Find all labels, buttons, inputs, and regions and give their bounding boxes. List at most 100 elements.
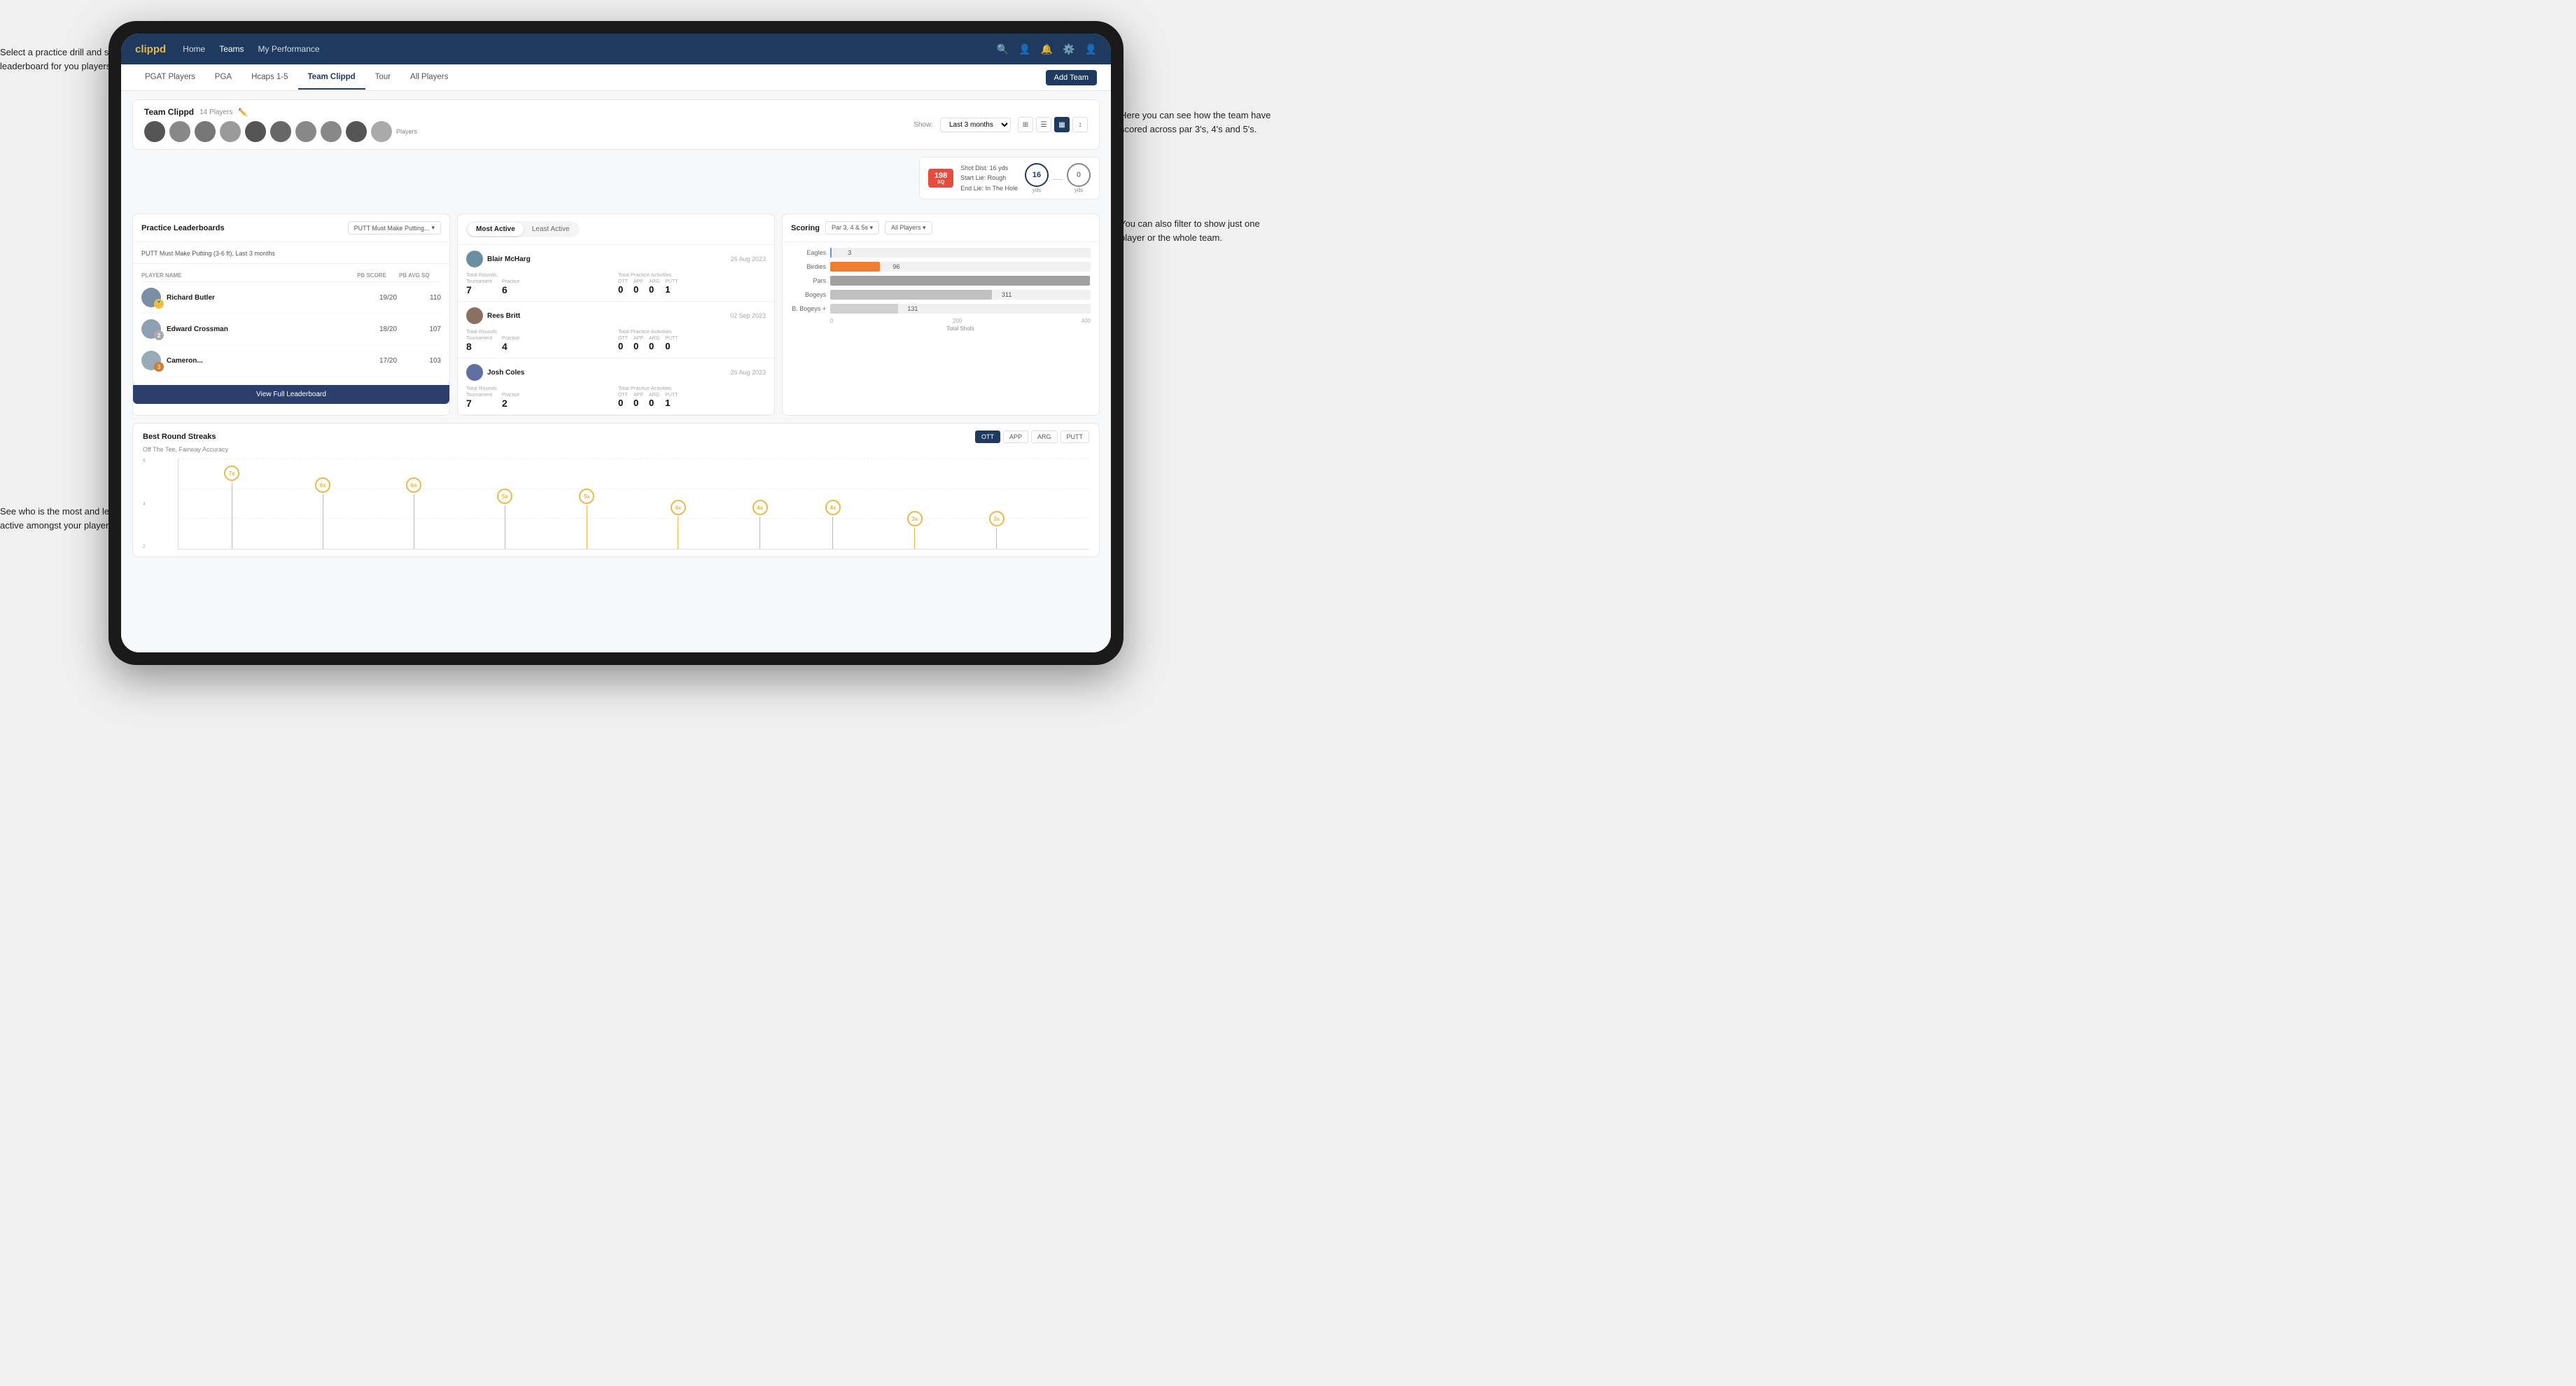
- drill-select-dropdown[interactable]: PUTT Must Make Putting... ▾: [348, 221, 441, 234]
- grid-view-icon[interactable]: ⊞: [1018, 117, 1033, 132]
- activity-header-3: Josh Coles 26 Aug 2023: [466, 364, 766, 381]
- activity-name-2: Rees Britt: [487, 312, 520, 320]
- view-full-leaderboard-button[interactable]: View Full Leaderboard: [133, 385, 449, 404]
- streak-pin-circle-4: 5x: [497, 489, 512, 504]
- bar-value-pars: 499: [1099, 277, 1100, 284]
- show-period-select[interactable]: Last 3 months: [940, 118, 1011, 132]
- chart-x-title: Total Shots: [791, 326, 1091, 332]
- streak-pin-circle-2: 6x: [315, 477, 330, 493]
- card-view-icon[interactable]: ▦: [1054, 117, 1070, 132]
- arg-group-1: ARG 0: [649, 279, 659, 295]
- activity-avatar-2: [466, 307, 483, 324]
- total-rounds-group-3: Total Rounds Tournament 7 Practice 2: [466, 385, 614, 409]
- practice-leaderboards-card: Practice Leaderboards PUTT Must Make Put…: [132, 214, 450, 416]
- putt-group-1: PUTT 1: [665, 279, 678, 295]
- tab-pga[interactable]: PGA: [205, 66, 241, 90]
- sort-icon[interactable]: ↕: [1072, 117, 1088, 132]
- par-filter-dropdown[interactable]: Par 3, 4 & 5s ▾: [825, 221, 879, 234]
- settings-icon[interactable]: ⚙️: [1063, 43, 1074, 55]
- app-group-1: APP 0: [634, 279, 643, 295]
- bar-fill-dbogeys: 131: [830, 304, 898, 314]
- activity-date-1: 26 Aug 2023: [730, 255, 766, 262]
- tournament-group-2: Tournament 8: [466, 336, 492, 352]
- practice-activities-group-2: Total Practice Activities OTT 0 APP 0: [618, 328, 766, 352]
- lb-row-1: 🥇 Richard Butler 19/20 110: [141, 282, 441, 314]
- scoring-card-header: Scoring Par 3, 4 & 5s ▾ All Players ▾: [783, 214, 1099, 242]
- bar-track-eagles: 3: [830, 248, 1091, 258]
- players-row: Players: [144, 121, 417, 142]
- avatar-6[interactable]: [270, 121, 291, 142]
- logo: clippd: [135, 43, 166, 55]
- streak-pin-6x-2: 6x: [406, 477, 421, 549]
- tournament-group-1: Tournament 7: [466, 279, 492, 295]
- show-label: Show:: [913, 121, 933, 129]
- streak-pin-line-8: [832, 517, 833, 549]
- ott-group-2: OTT 0: [618, 336, 628, 351]
- avatar-4[interactable]: [220, 121, 241, 142]
- profile-icon[interactable]: 👤: [1018, 43, 1030, 55]
- most-active-toggle[interactable]: Most Active: [468, 223, 524, 236]
- lb-avatar-wrapper-1: 🥇: [141, 288, 161, 307]
- lb-name-1: Richard Butler: [167, 294, 374, 302]
- avatar-1[interactable]: [144, 121, 165, 142]
- avatar-5[interactable]: [245, 121, 266, 142]
- rounds-values-1: Tournament 7 Practice 6: [466, 279, 614, 295]
- edit-team-icon[interactable]: ✏️: [238, 108, 248, 117]
- lb-avg-1: 110: [416, 294, 441, 302]
- player-name-row-2: Rees Britt: [466, 307, 520, 324]
- tab-team-clippd[interactable]: Team Clippd: [298, 66, 365, 90]
- user-avatar-icon[interactable]: 👤: [1085, 43, 1097, 55]
- bell-icon[interactable]: 🔔: [1041, 43, 1053, 55]
- activity-date-2: 02 Sep 2023: [730, 312, 766, 319]
- streaks-header: Best Round Streaks OTT APP ARG PUTT: [143, 430, 1089, 443]
- lb-medal-bronze: 3: [154, 362, 164, 372]
- streak-pin-circle-3: 6x: [406, 477, 421, 493]
- search-icon[interactable]: 🔍: [997, 43, 1009, 55]
- streak-pin-line-9: [914, 528, 915, 549]
- activity-player-3: Josh Coles 26 Aug 2023 Total Rounds Tour…: [458, 358, 774, 415]
- tab-hcaps[interactable]: Hcaps 1-5: [241, 66, 298, 90]
- main-content: Team Clippd 14 Players ✏️: [121, 91, 1111, 652]
- lb-name-3: Cameron...: [167, 357, 374, 365]
- streak-btn-ott[interactable]: OTT: [975, 430, 1000, 443]
- shot-dist-2: 0 yds: [1067, 163, 1091, 193]
- total-rounds-group-2: Total Rounds Tournament 8 Practice 4: [466, 328, 614, 352]
- avatar-9[interactable]: [346, 121, 367, 142]
- avatar-7[interactable]: [295, 121, 316, 142]
- streak-pin-circle-8: 4x: [825, 500, 841, 515]
- all-players-dropdown[interactable]: All Players ▾: [885, 221, 932, 234]
- streak-btn-app[interactable]: APP: [1003, 430, 1028, 443]
- avatar-8[interactable]: [321, 121, 342, 142]
- nav-my-performance[interactable]: My Performance: [258, 44, 320, 54]
- navbar-icons: 🔍 👤 🔔 ⚙️ 👤: [997, 43, 1097, 55]
- avatar-3[interactable]: [195, 121, 216, 142]
- activity-player-1: Blair McHarg 26 Aug 2023 Total Rounds To…: [458, 245, 774, 302]
- activity-avatar-1: [466, 251, 483, 267]
- avatar-10[interactable]: [371, 121, 392, 142]
- list-view-icon[interactable]: ☰: [1036, 117, 1051, 132]
- bar-row-bogeys: Bogeys 311: [791, 290, 1091, 300]
- bar-track-birdies: 96: [830, 262, 1091, 272]
- navbar: clippd Home Teams My Performance 🔍 👤 🔔 ⚙…: [121, 34, 1111, 64]
- shot-card: 198 SQ Shot Dist: 16 yds Start Lie: Roug…: [919, 157, 1100, 200]
- col-score: PB SCORE: [357, 272, 399, 279]
- least-active-toggle[interactable]: Least Active: [524, 223, 578, 236]
- ott-group-3: OTT 0: [618, 393, 628, 408]
- streak-btn-putt[interactable]: PUTT: [1060, 430, 1090, 443]
- streak-btn-arg[interactable]: ARG: [1031, 430, 1058, 443]
- ott-group-1: OTT 0: [618, 279, 628, 295]
- tab-pgat-players[interactable]: PGAT Players: [135, 66, 205, 90]
- avatar-2[interactable]: [169, 121, 190, 142]
- lb-score-3: 17/20: [379, 357, 411, 365]
- shot-unit-1: yds: [1025, 187, 1049, 193]
- nav-menu: Home Teams My Performance: [183, 44, 997, 54]
- lb-row-2: 2 Edward Crossman 18/20 107: [141, 314, 441, 345]
- lb-medal-silver: 2: [154, 330, 164, 340]
- tab-tour[interactable]: Tour: [365, 66, 400, 90]
- nav-teams[interactable]: Teams: [219, 44, 244, 54]
- tab-all-players[interactable]: All Players: [400, 66, 458, 90]
- nav-home[interactable]: Home: [183, 44, 205, 54]
- bar-row-eagles: Eagles 3: [791, 248, 1091, 258]
- activity-date-3: 26 Aug 2023: [730, 369, 766, 376]
- add-team-button[interactable]: Add Team: [1046, 70, 1097, 85]
